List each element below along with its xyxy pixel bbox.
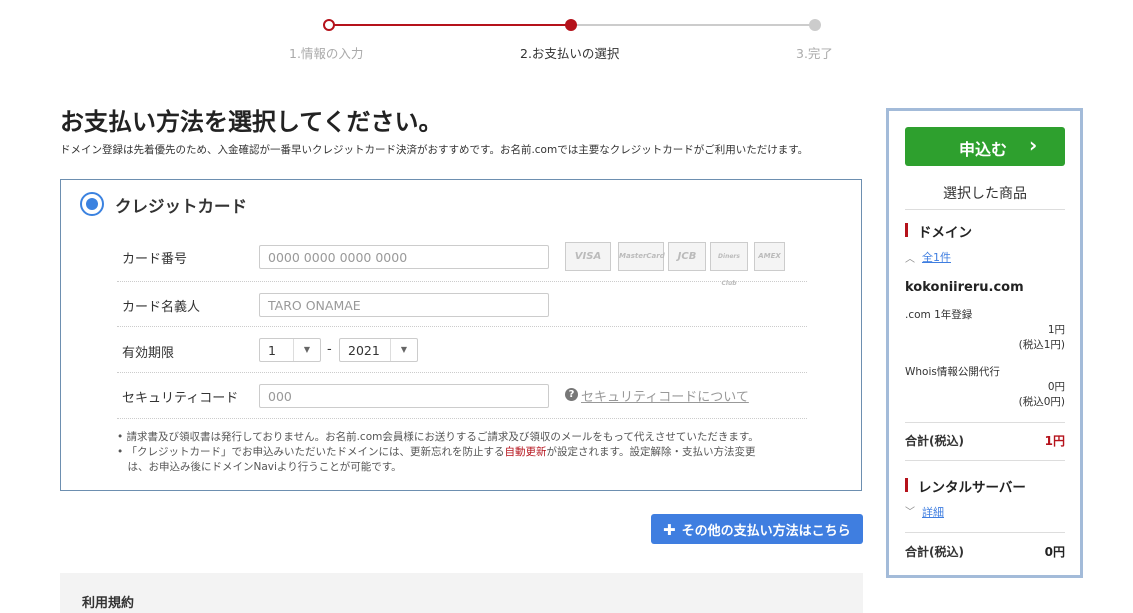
server-toggle-link[interactable]: 詳細 — [922, 504, 944, 520]
expiry-label: 有効期限 — [122, 346, 175, 361]
mastercard-logo-icon: MasterCard — [618, 242, 665, 271]
auto-renew-highlight: 自動更新 — [504, 446, 547, 458]
chevron-down-icon: ▼ — [390, 339, 417, 361]
security-code-input[interactable]: 000 — [259, 384, 549, 408]
divider — [905, 422, 1065, 423]
apply-button[interactable]: 申込む › — [905, 127, 1065, 166]
jcb-logo-icon: JCB — [668, 242, 706, 271]
expiry-month-select[interactable]: 1 ▼ — [259, 338, 321, 362]
divider — [905, 460, 1065, 461]
divider — [905, 209, 1065, 210]
stepper-progress-line — [329, 24, 571, 26]
radio-selected-dot — [86, 198, 98, 210]
server-total-value: 0円 — [1044, 545, 1065, 559]
server-category-label: レンタルサーバー — [918, 480, 1026, 496]
domain-category-label: ドメイン — [918, 225, 972, 241]
item-com-registration: .com 1年登録 — [905, 309, 973, 321]
note-auto-renew: • 「クレジットカード」でお申込みいただいたドメインには、更新忘れを防止する自動… — [117, 446, 756, 458]
chevron-down-icon: ﹀ — [905, 507, 915, 518]
row-divider — [117, 281, 807, 282]
chevron-right-icon: › — [1029, 133, 1038, 157]
expiry-month-value: 1 — [268, 343, 276, 358]
category-marker — [905, 478, 908, 492]
step-2-label: 2.お支払いの選択 — [520, 46, 620, 61]
step-2-marker — [565, 19, 577, 31]
row-divider — [117, 418, 807, 419]
category-marker — [905, 223, 908, 237]
plus-icon: ✚ — [663, 521, 676, 539]
security-code-help-link[interactable]: セキュリティコードについて — [581, 386, 749, 405]
visa-logo-icon: VISA — [565, 242, 611, 271]
note-invoice: • 請求書及び領収書は発行しておりません。お名前.com会員様にお送りするご請求… — [117, 431, 759, 443]
step-1-label: 1.情報の入力 — [289, 46, 364, 61]
expiry-separator: - — [327, 342, 332, 357]
row-divider — [117, 326, 807, 327]
amex-logo-icon: AMEX — [754, 242, 785, 271]
page-title: お支払い方法を選択してください。 — [60, 108, 443, 136]
item-com-price: 1円 — [1047, 324, 1065, 336]
terms-section — [60, 573, 863, 613]
step-3-marker — [809, 19, 821, 31]
note-auto-renew-cont: は、お申込み後にドメインNaviより行うことが可能です。 — [117, 461, 402, 473]
chevron-down-icon: ▼ — [293, 339, 320, 361]
item-whois-price: 0円 — [1047, 381, 1065, 393]
expiry-year-select[interactable]: 2021 ▼ — [339, 338, 418, 362]
row-divider — [117, 372, 807, 373]
security-code-label: セキュリティコード — [122, 391, 239, 406]
stepper-remaining-line — [571, 24, 815, 26]
item-whois-proxy: Whois情報公開代行 — [905, 366, 1000, 378]
chevron-up-icon: ︿ — [905, 254, 915, 265]
card-number-input[interactable]: 0000 0000 0000 0000 — [259, 245, 549, 269]
card-holder-label: カード名義人 — [122, 300, 201, 315]
page-lead-text: ドメイン登録は先着優先のため、入金確認が一番早いクレジットカード決済がおすすめで… — [60, 144, 809, 156]
domain-name: kokoniireru.com — [905, 280, 1024, 295]
card-number-label: カード番号 — [122, 252, 188, 267]
question-icon: ? — [565, 388, 578, 401]
card-holder-input[interactable]: TARO ONAMAE — [259, 293, 549, 317]
step-3-label: 3.完了 — [796, 46, 833, 61]
divider — [905, 532, 1065, 533]
domain-toggle-link[interactable]: 全1件 — [922, 249, 951, 265]
expiry-year-value: 2021 — [348, 343, 380, 358]
item-whois-tax: (税込0円) — [1018, 396, 1065, 408]
selected-items-title: 選択した商品 — [943, 186, 1027, 202]
other-payment-methods-button[interactable]: ✚ その他の支払い方法はこちら — [651, 514, 863, 544]
credit-card-option-label[interactable]: クレジットカード — [115, 193, 247, 217]
item-com-tax: (税込1円) — [1018, 339, 1065, 351]
diners-logo-icon: Diners Club — [710, 242, 748, 287]
domain-total-value: 1円 — [1044, 434, 1065, 448]
step-1-marker — [323, 19, 335, 31]
terms-title: 利用規約 — [82, 596, 135, 611]
